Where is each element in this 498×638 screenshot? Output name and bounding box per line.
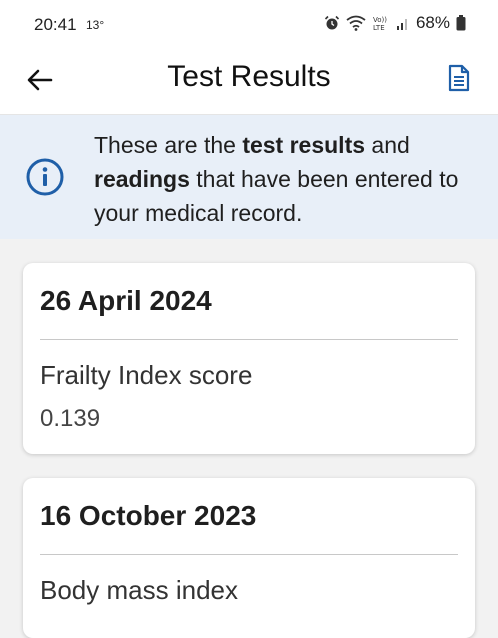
status-time: 20:41	[34, 15, 77, 34]
volte-icon: Vo)) LTE	[373, 16, 387, 32]
alarm-icon	[324, 15, 340, 30]
battery-icon	[456, 15, 466, 31]
status-bar: 20:41 13° Vo)) LTE 68%	[0, 0, 498, 50]
info-banner: These are the test results and readings …	[0, 115, 498, 239]
document-button[interactable]	[444, 62, 474, 94]
app-bar: Test Results	[0, 50, 498, 115]
signal-icon	[396, 19, 407, 30]
result-date: 16 October 2023	[40, 500, 257, 531]
status-icons: Vo)) LTE 68%	[324, 13, 466, 33]
page-title: Test Results	[167, 60, 331, 93]
info-text: These are the test results and readings …	[94, 132, 459, 226]
svg-text:LTE: LTE	[373, 24, 385, 32]
result-card[interactable]: 26 April 2024 Frailty Index score 0.139	[23, 263, 475, 454]
svg-text:Vo)): Vo))	[373, 16, 387, 24]
result-value: 0.139	[40, 405, 101, 432]
result-label: Body mass index	[40, 575, 238, 605]
info-bold-readings: readings	[94, 166, 190, 192]
info-circle-icon	[26, 158, 64, 196]
info-bold-test-results: test results	[242, 132, 366, 158]
card-divider	[40, 339, 458, 340]
result-label: Frailty Index score	[40, 360, 253, 390]
card-divider	[40, 554, 458, 555]
battery-percent: 68%	[415, 13, 450, 32]
result-card[interactable]: 16 October 2023 Body mass index	[23, 478, 475, 638]
result-date: 26 April 2024	[40, 285, 212, 316]
wifi-icon	[346, 15, 366, 31]
status-temperature: 13°	[86, 18, 105, 32]
document-icon	[448, 64, 470, 92]
